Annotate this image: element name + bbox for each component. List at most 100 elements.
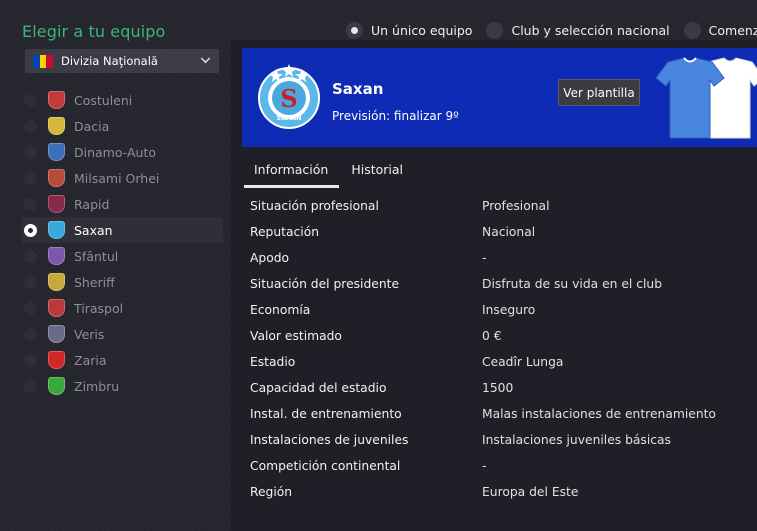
team-name: Tiraspol <box>74 300 124 316</box>
team-item-sheriff[interactable]: Sheriff <box>22 269 223 295</box>
team-item-zaria[interactable]: Zaria <box>22 347 223 373</box>
radio-icon[interactable] <box>24 249 37 263</box>
team-list: Costuleni Dacia Dinamo-Auto Milsami Orhei Ra… <box>22 87 223 399</box>
moldova-flag-icon <box>33 54 54 68</box>
radio-icon[interactable] <box>24 119 37 133</box>
radio-icon[interactable] <box>346 22 363 39</box>
team-crest-icon <box>48 247 65 265</box>
team-name: Dinamo-Auto <box>74 144 156 160</box>
league-dropdown-value: Divizia Naţională <box>61 54 158 68</box>
radio-icon[interactable] <box>24 301 37 315</box>
radio-icon[interactable] <box>24 353 37 367</box>
team-name: Sheriff <box>74 274 115 290</box>
info-label: Situación profesional <box>250 199 379 213</box>
mode-single-team[interactable]: Un único equipo <box>346 22 472 39</box>
info-row: Situación profesional Profesional <box>250 193 755 219</box>
info-value: Disfruta de su vida en el club <box>482 277 663 291</box>
mode-label: Club y selección nacional <box>511 23 670 38</box>
team-item-dinamo-auto[interactable]: Dinamo-Auto <box>22 139 223 165</box>
team-item-sf-ntul[interactable]: Sfântul <box>22 243 223 269</box>
team-item-costuleni[interactable]: Costuleni <box>22 87 223 113</box>
club-info-table: Situación profesional Profesional Reputaci… <box>250 193 755 505</box>
team-crest-icon <box>48 351 65 369</box>
team-item-milsami-orhei[interactable]: Milsami Orhei <box>22 165 223 191</box>
tab-informacion[interactable]: Información <box>244 154 340 188</box>
mode-label: Comenzar en <box>708 23 757 38</box>
info-label: Apodo <box>250 251 290 265</box>
radio-icon[interactable] <box>24 379 37 393</box>
info-row: Valor estimado 0 € <box>250 323 755 349</box>
team-item-rapid[interactable]: Rapid <box>22 191 223 217</box>
radio-icon[interactable] <box>24 93 37 107</box>
team-crest-icon <box>48 299 65 317</box>
info-label: Región <box>250 485 293 499</box>
svg-text:S: S <box>280 84 297 113</box>
team-crest-icon <box>48 221 65 239</box>
info-row: Capacidad del estadio 1500 <box>250 375 755 401</box>
info-label: Instalaciones de juveniles <box>250 433 409 447</box>
mode-label: Un único equipo <box>371 23 473 38</box>
radio-icon[interactable] <box>24 327 37 341</box>
page-title: Elegir a tu equipo <box>22 22 166 41</box>
info-row: Economía Inseguro <box>250 297 755 323</box>
info-row: Instal. de entrenamiento Malas instalacio… <box>250 401 755 427</box>
team-item-tiraspol[interactable]: Tiraspol <box>22 295 223 321</box>
radio-icon[interactable] <box>24 223 37 237</box>
chevron-down-icon <box>200 53 211 64</box>
info-value: 1500 <box>482 381 514 395</box>
club-name: Saxan <box>332 80 384 98</box>
info-value: Instalaciones juveniles básicas <box>482 433 671 447</box>
info-label: Valor estimado <box>250 329 342 343</box>
team-crest-icon <box>48 91 65 109</box>
radio-icon[interactable] <box>24 275 37 289</box>
radio-icon[interactable] <box>683 22 701 39</box>
mode-selector: Un único equipo Club y selección naciona… <box>346 22 757 39</box>
team-crest-icon <box>48 377 65 395</box>
club-header: S SAXAN Saxan Previsión: finalizar 9º Ve… <box>242 48 757 147</box>
mode-club-and-national[interactable]: Club y selección nacional <box>486 22 670 39</box>
tab-historial[interactable]: Historial <box>341 154 414 188</box>
team-crest-icon <box>48 195 65 213</box>
radio-icon[interactable] <box>486 22 504 39</box>
info-label: Economía <box>250 303 311 317</box>
club-crest-icon: S SAXAN <box>258 64 320 129</box>
radio-icon[interactable] <box>24 197 37 211</box>
league-dropdown[interactable]: Divizia Naţională <box>25 49 219 73</box>
info-value: Europa del Este <box>482 485 579 499</box>
info-row: Situación del presidente Disfruta de su v… <box>250 271 755 297</box>
info-row: Estadio Ceadîr Lunga <box>250 349 755 375</box>
info-label: Instal. de entrenamiento <box>250 407 402 421</box>
team-name: Sfântul <box>74 248 119 264</box>
team-item-zimbru[interactable]: Zimbru <box>22 373 223 399</box>
details-tabs: Información Historial <box>244 154 414 188</box>
info-value: - <box>482 251 487 265</box>
club-kits-icon <box>655 57 757 139</box>
team-name: Veris <box>74 326 105 342</box>
info-row: Región Europa del Este <box>250 479 755 505</box>
team-crest-icon <box>48 325 65 343</box>
team-crest-icon <box>48 117 65 135</box>
team-name: Costuleni <box>74 92 133 108</box>
flag-stripe <box>39 54 47 68</box>
team-item-dacia[interactable]: Dacia <box>22 113 223 139</box>
info-label: Estadio <box>250 355 296 369</box>
radio-icon[interactable] <box>24 171 37 185</box>
team-crest-icon <box>48 169 65 187</box>
info-row: Competición continental - <box>250 453 755 479</box>
team-crest-icon <box>48 143 65 161</box>
team-crest-icon <box>48 273 65 291</box>
radio-icon[interactable] <box>24 145 37 159</box>
mode-start-in[interactable]: Comenzar en <box>683 22 757 39</box>
team-item-veris[interactable]: Veris <box>22 321 223 347</box>
team-name: Zimbru <box>74 378 120 394</box>
info-value: Ceadîr Lunga <box>482 355 564 369</box>
view-squad-button[interactable]: Ver plantilla <box>558 79 640 106</box>
team-item-saxan[interactable]: Saxan <box>22 217 223 243</box>
info-label: Reputación <box>250 225 320 239</box>
info-value: 0 € <box>482 329 502 343</box>
info-label: Competición continental <box>250 459 401 473</box>
team-name: Saxan <box>74 222 113 238</box>
team-name: Rapid <box>74 196 110 212</box>
info-row: Instalaciones de juveniles Instalaciones … <box>250 427 755 453</box>
info-value: Profesional <box>482 199 550 213</box>
